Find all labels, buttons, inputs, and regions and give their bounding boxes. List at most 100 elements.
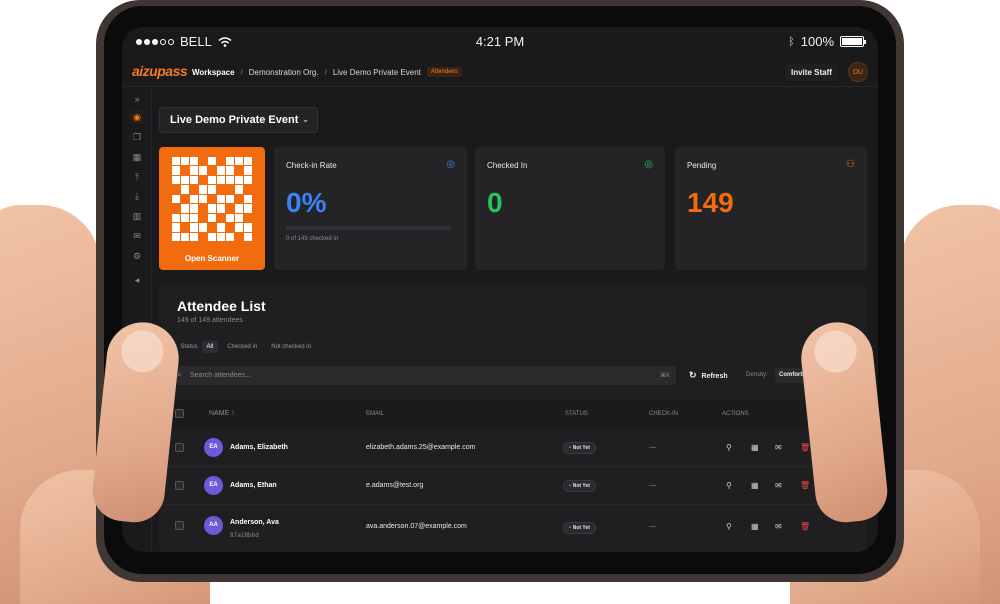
- photo-stage: BELL 4:21 PM ᛒ 100% aizupass Workspace /…: [0, 0, 1000, 604]
- chevron-down-icon: ⌄: [302, 115, 309, 124]
- sort-asc-icon: ↑: [231, 410, 235, 417]
- qr-code-icon[interactable]: ▦: [751, 522, 759, 531]
- trash-icon[interactable]: 🗑: [800, 443, 810, 452]
- table-row[interactable]: EA Adams, Elizabeth elizabeth.adams.25@e…: [159, 429, 867, 467]
- filter-checked-in[interactable]: Checked in: [222, 341, 262, 353]
- user-avatar[interactable]: DU: [848, 62, 868, 82]
- pending-title: Pending: [687, 161, 717, 170]
- breadcrumb: Workspace / Demonstration Org. / Live De…: [192, 67, 462, 77]
- event-selector-label: Live Demo Private Event: [170, 114, 299, 126]
- layers-icon[interactable]: ❐: [130, 130, 144, 144]
- system-indicators: ᛒ 100%: [788, 34, 866, 49]
- attendee-name[interactable]: Adams, Elizabeth: [230, 444, 288, 451]
- battery-icon: [840, 36, 866, 47]
- attendee-code: 87a18bbd: [230, 532, 259, 539]
- attendee-avatar: AA: [204, 516, 223, 535]
- search-input[interactable]: ⌕ Search attendees... ⌘K: [171, 366, 676, 385]
- tablet-screen: BELL 4:21 PM ᛒ 100% aizupass Workspace /…: [122, 27, 878, 552]
- check-in-user-icon[interactable]: ⚲: [726, 522, 732, 531]
- upload-icon[interactable]: ⤒: [130, 170, 144, 184]
- attendee-name[interactable]: Adams, Ethan: [230, 482, 277, 489]
- pending-value: 149: [687, 187, 734, 218]
- table-row[interactable]: EA Adams, Ethan e.adams@test.org Not Yet…: [159, 467, 867, 505]
- column-header-status[interactable]: STATUS: [565, 411, 588, 417]
- column-header-actions: ACTIONS: [722, 411, 749, 417]
- status-filter-label: Status: [180, 344, 198, 350]
- battery-percent: 100%: [800, 34, 834, 49]
- row-checkbox[interactable]: [175, 443, 184, 452]
- refresh-button[interactable]: ↻ Refresh: [689, 370, 728, 381]
- pending-card: Pending ⚇ 149: [675, 147, 867, 270]
- column-header-name[interactable]: NAME ↑: [209, 410, 235, 417]
- badge-icon[interactable]: ✉: [130, 229, 144, 243]
- table-row[interactable]: AA Anderson, Ava 87a18bbd ava.anderson.0…: [159, 505, 867, 552]
- status-badge: Not Yet: [563, 442, 596, 454]
- check-circle-icon: ◎: [446, 159, 455, 170]
- check-circle-icon: ◎: [644, 159, 653, 170]
- check-in-user-icon[interactable]: ⚲: [726, 443, 732, 452]
- user-clock-icon: ⚇: [846, 159, 855, 170]
- status-badge: Not Yet: [563, 522, 596, 534]
- breadcrumb-event[interactable]: Live Demo Private Event: [333, 68, 421, 77]
- attendee-email: ava.anderson.07@example.com: [366, 523, 467, 530]
- mail-icon[interactable]: ✉: [775, 481, 782, 490]
- check-in-user-icon[interactable]: ⚲: [726, 481, 732, 490]
- breadcrumb-workspace[interactable]: Workspace: [192, 68, 235, 77]
- status-filter: ≡ Status All Checked in Not checked in: [173, 341, 316, 353]
- eye-icon[interactable]: ◉: [130, 110, 144, 124]
- table-header: NAME ↑ EMAIL STATUS CHECK-IN ACTIONS: [159, 400, 867, 428]
- refresh-label: Refresh: [701, 373, 728, 380]
- checkin-rate-title: Check-in Rate: [286, 161, 337, 170]
- settings-icon[interactable]: ⚙: [130, 249, 144, 263]
- checkin-rate-card: Check-in Rate ◎ 0% 0 of 149 checked in: [274, 147, 467, 270]
- trash-icon[interactable]: 🗑: [800, 481, 810, 490]
- refresh-icon: ↻: [689, 370, 697, 380]
- qr-code-icon: [172, 157, 252, 241]
- checkin-time: —: [649, 482, 656, 489]
- search-shortcut: ⌘K: [659, 373, 670, 379]
- mail-icon[interactable]: ✉: [775, 443, 782, 452]
- column-name-label: NAME: [209, 410, 230, 417]
- mail-icon[interactable]: ✉: [775, 522, 782, 531]
- checkin-progress-bar: [286, 226, 451, 230]
- attendee-list-panel: Attendee List 149 of 149 attendees ≡ Sta…: [159, 284, 867, 552]
- breadcrumb-separator: /: [240, 67, 243, 77]
- attendee-email: elizabeth.adams.25@example.com: [366, 444, 476, 451]
- qr-code-icon[interactable]: ▦: [751, 481, 759, 490]
- attendee-name[interactable]: Anderson, Ava: [230, 519, 279, 526]
- checkin-time: —: [649, 523, 656, 530]
- row-checkbox[interactable]: [175, 481, 184, 490]
- checkin-rate-subtext: 0 of 149 checked in: [286, 236, 339, 242]
- attendee-avatar: EA: [204, 438, 223, 457]
- open-scanner-card[interactable]: Open Scanner: [159, 147, 265, 270]
- collapse-icon[interactable]: ◂: [130, 273, 144, 287]
- ios-status-bar: BELL 4:21 PM ᛒ 100%: [122, 27, 878, 57]
- attendee-count: 149 of 149 attendees: [177, 317, 243, 324]
- download-icon[interactable]: ⤓: [130, 189, 144, 203]
- column-header-email[interactable]: EMAIL: [366, 411, 384, 417]
- trash-icon[interactable]: 🗑: [800, 522, 810, 531]
- column-header-checkin[interactable]: CHECK-IN: [649, 411, 678, 417]
- filter-all[interactable]: All: [201, 341, 219, 353]
- filter-not-checked-in[interactable]: Not checked in: [266, 341, 316, 353]
- chart-icon[interactable]: ▥: [130, 209, 144, 223]
- page-badge: Attendees: [426, 67, 462, 77]
- checkin-rate-value: 0%: [286, 187, 327, 218]
- brand-logo[interactable]: aizupass: [132, 63, 188, 79]
- attendee-avatar: EA: [204, 476, 223, 495]
- event-selector[interactable]: Live Demo Private Event ⌄: [159, 107, 318, 133]
- qr-code-icon[interactable]: ▦: [751, 443, 759, 452]
- select-all-checkbox[interactable]: [175, 409, 184, 418]
- search-icon: ⌕: [177, 370, 182, 379]
- attendee-email: e.adams@test.org: [366, 482, 424, 489]
- row-checkbox[interactable]: [175, 521, 184, 530]
- invite-staff-button[interactable]: Invite Staff: [785, 64, 838, 81]
- breadcrumb-org[interactable]: Demonstration Org.: [249, 68, 319, 77]
- open-scanner-label: Open Scanner: [184, 254, 240, 263]
- checked-in-value: 0: [487, 187, 503, 218]
- attendee-list-title: Attendee List: [177, 298, 266, 314]
- density-label: Density:: [746, 372, 768, 378]
- app-header: aizupass Workspace / Demonstration Org. …: [122, 59, 878, 87]
- layout-icon[interactable]: ▦: [130, 150, 144, 164]
- expand-icon[interactable]: »: [130, 92, 144, 106]
